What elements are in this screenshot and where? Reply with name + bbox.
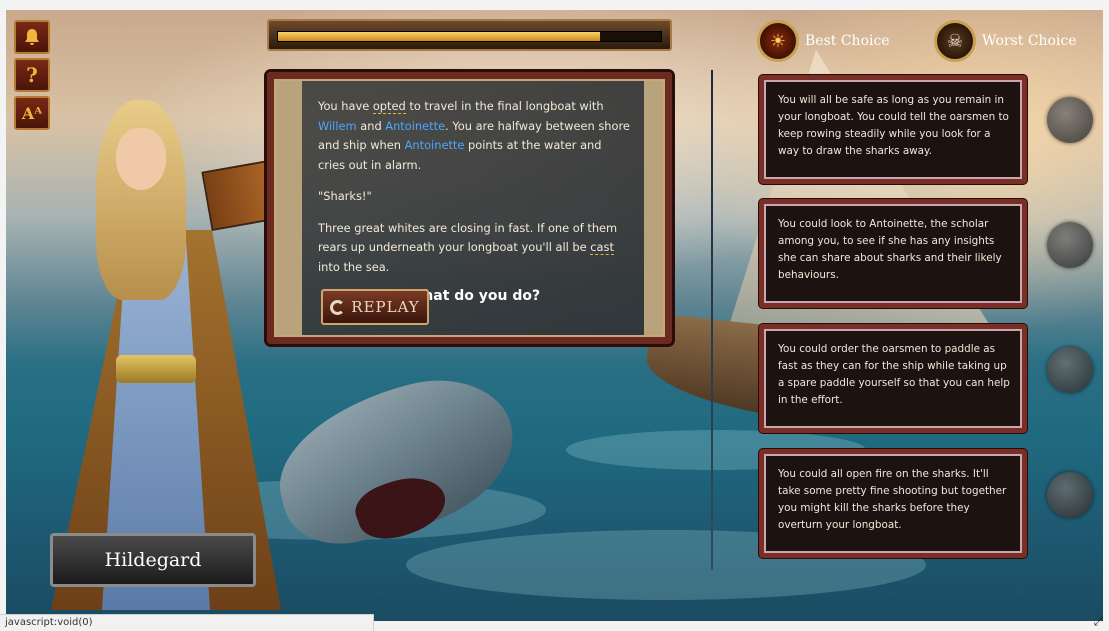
story-text-run: to travel in the final longboat with (405, 99, 604, 113)
divider (711, 70, 713, 570)
story-text-run: You have (318, 99, 373, 113)
expand-icon[interactable]: ⤢ (1094, 616, 1106, 628)
replay-button[interactable]: REPLAY (321, 289, 429, 325)
best-choice-legend: ☀ Best Choice (757, 20, 890, 62)
story-paragraph: Three great whites are closing in fast. … (318, 219, 630, 278)
character-name: Hildegard (104, 549, 202, 571)
choice-select-button-2[interactable] (1047, 222, 1093, 268)
story-panel: You have opted to travel in the final lo… (267, 72, 672, 344)
story-text-run: Three great whites are closing in fast. … (318, 220, 618, 255)
story-text-run: and (356, 118, 386, 133)
best-choice-label: Best Choice (805, 33, 890, 49)
character-link-antoinette[interactable]: Antoinette (405, 138, 465, 152)
help-icon[interactable]: ? (14, 58, 50, 92)
character-link-antoinette[interactable]: Antoinette (385, 119, 445, 133)
glossary-word-opted[interactable]: opted (372, 99, 406, 114)
story-paragraph: "Sharks!" (318, 189, 372, 203)
bell-glyph (25, 29, 39, 45)
character-face (116, 128, 166, 190)
choice-text: You could all open fire on the sharks. I… (778, 468, 1007, 531)
choice-text: You could order the oarsmen to paddle as… (778, 343, 1010, 406)
choice-select-button-1[interactable] (1047, 97, 1093, 143)
story-text-run: into the sea. (318, 259, 390, 274)
bell-icon[interactable] (14, 20, 50, 54)
choice-text: You could look to Antoinette, the schola… (778, 218, 1002, 281)
status-bar: javascript:void(0) (0, 614, 374, 631)
progress-fill (278, 32, 600, 41)
choice-card-2[interactable]: You could look to Antoinette, the schola… (759, 199, 1027, 308)
glossary-word-cast[interactable]: cast (590, 240, 614, 255)
worst-choice-legend: ☠ Worst Choice (934, 20, 1077, 62)
replay-label: REPLAY (351, 298, 420, 316)
character-belt (116, 355, 196, 383)
progress-bar (267, 19, 672, 51)
worst-choice-label: Worst Choice (982, 33, 1077, 49)
character-link-willem[interactable]: Willem (318, 119, 357, 133)
choice-select-button-4[interactable] (1047, 472, 1093, 518)
choice-select-button-3[interactable] (1047, 347, 1093, 393)
sunburst-medal-icon: ☀ (757, 20, 799, 62)
story-text: You have opted to travel in the final lo… (318, 97, 630, 307)
text-size-glyph: Aᴬ (21, 103, 43, 123)
replay-icon (330, 299, 346, 315)
choice-card-3[interactable]: You could order the oarsmen to paddle as… (759, 324, 1027, 433)
choice-text: You will all be safe as long as you rema… (778, 94, 1009, 157)
skull-medal-icon: ☠ (934, 20, 976, 62)
progress-track (277, 31, 662, 42)
character-name-plate: Hildegard (50, 533, 256, 587)
choice-card-4[interactable]: You could all open fire on the sharks. I… (759, 449, 1027, 558)
choice-card-1[interactable]: You will all be safe as long as you rema… (759, 75, 1027, 184)
story-paragraph: You have opted to travel in the final lo… (318, 97, 630, 175)
help-glyph: ? (26, 63, 38, 87)
text-size-icon[interactable]: Aᴬ (14, 96, 50, 130)
